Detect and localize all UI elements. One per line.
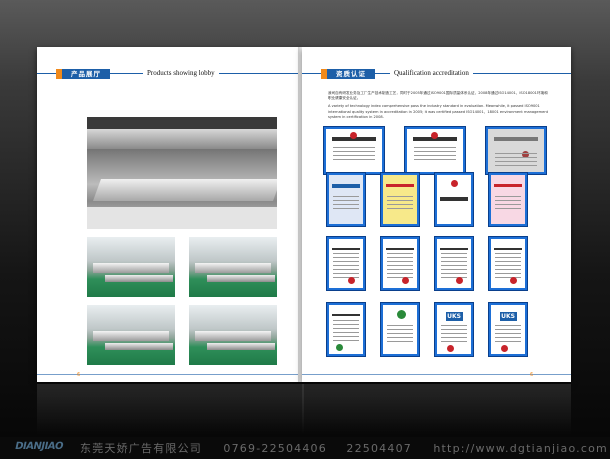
website-url: http://www.dgtianjiao.com [433, 442, 608, 455]
intro-cn: 我司自有研发业务及工厂生产技术制造工艺，同时于2005年通过ISO9001国际质… [328, 91, 548, 101]
seal-icon [396, 309, 406, 319]
certificate: UKS [435, 303, 473, 356]
page-number: 6 [77, 372, 81, 378]
showroom-photo [87, 237, 175, 297]
certificate [486, 127, 546, 174]
seal-icon [347, 277, 355, 285]
seal-icon [335, 344, 343, 352]
certificate [489, 173, 527, 226]
header-en-title: Products showing lobby [143, 68, 219, 79]
right-page: 资质认证 Qualification accreditation 我司自有研发业… [302, 47, 571, 382]
company-name: 东莞天娇广告有限公司 [80, 442, 202, 455]
phone-primary: 0769-22504406 [223, 442, 327, 455]
company-logo: DIANJIAO [13, 441, 64, 452]
certificate [327, 303, 365, 356]
seal-icon [401, 277, 409, 285]
showroom-photo [189, 305, 277, 365]
certificate [327, 237, 365, 290]
section-header: 产品展厅 Products showing lobby [37, 68, 304, 79]
showroom-photo [87, 305, 175, 365]
page-number: 6 [530, 372, 534, 378]
certificate [405, 127, 465, 174]
certificate [435, 237, 473, 290]
seal-icon [455, 277, 463, 285]
seal-icon [501, 345, 509, 353]
certificate [324, 127, 384, 174]
phone-secondary: 22504407 [346, 442, 412, 455]
header-cn-label: 资质认证 [327, 69, 375, 79]
certificate: UKS [489, 303, 527, 356]
left-page: 产品展厅 Products showing lobby 6 [37, 47, 304, 382]
seal-icon [509, 277, 517, 285]
intro-text: 我司自有研发业务及工厂生产技术制造工艺，同时于2005年通过ISO9001国际质… [328, 91, 550, 123]
certificate [435, 173, 473, 226]
uks-logo: UKS [445, 311, 463, 321]
showroom-photo [189, 237, 277, 297]
certificate [381, 237, 419, 290]
intro-en: A variety of technology index comprehens… [328, 104, 549, 119]
seal-icon [349, 131, 357, 139]
seal-icon [450, 179, 458, 187]
footer-contact: 东莞天娇广告有限公司 0769-22504406 22504407 http:/… [80, 440, 608, 456]
certificate [489, 237, 527, 290]
left-page-reflection [37, 384, 304, 434]
certificate [381, 173, 419, 226]
section-header: 资质认证 Qualification accreditation [302, 68, 571, 79]
uks-logo: UKS [499, 311, 517, 321]
certificate [381, 303, 419, 356]
certificate [327, 173, 365, 226]
header-en-title: Qualification accreditation [390, 68, 473, 79]
header-cn-label: 产品展厅 [62, 69, 110, 79]
showroom-main-photo [87, 117, 277, 229]
seal-icon [430, 131, 438, 139]
seal-icon [447, 345, 455, 353]
right-page-reflection [302, 384, 571, 434]
